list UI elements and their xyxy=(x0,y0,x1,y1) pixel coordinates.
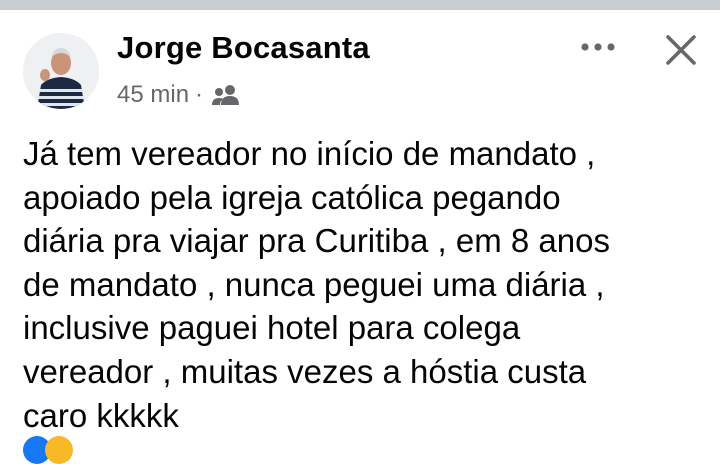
meta-separator: · xyxy=(195,81,204,108)
close-button[interactable] xyxy=(658,27,704,73)
author-name[interactable]: Jorge Bocasanta xyxy=(117,30,370,66)
post-timestamp[interactable]: 45 min xyxy=(117,81,189,109)
reactions-summary[interactable] xyxy=(23,436,83,464)
more-options-button[interactable] xyxy=(576,34,620,60)
avatar-photo xyxy=(23,33,99,109)
avatar[interactable] xyxy=(23,33,99,109)
haha-reaction-icon xyxy=(45,436,73,464)
friends-icon[interactable] xyxy=(211,83,241,107)
top-divider xyxy=(0,0,720,10)
close-icon xyxy=(666,35,696,65)
post-meta: 45 min · xyxy=(117,80,241,110)
more-horizontal-icon xyxy=(581,43,615,51)
post-text: Já tem vereador no início de mandato , a… xyxy=(23,135,610,434)
